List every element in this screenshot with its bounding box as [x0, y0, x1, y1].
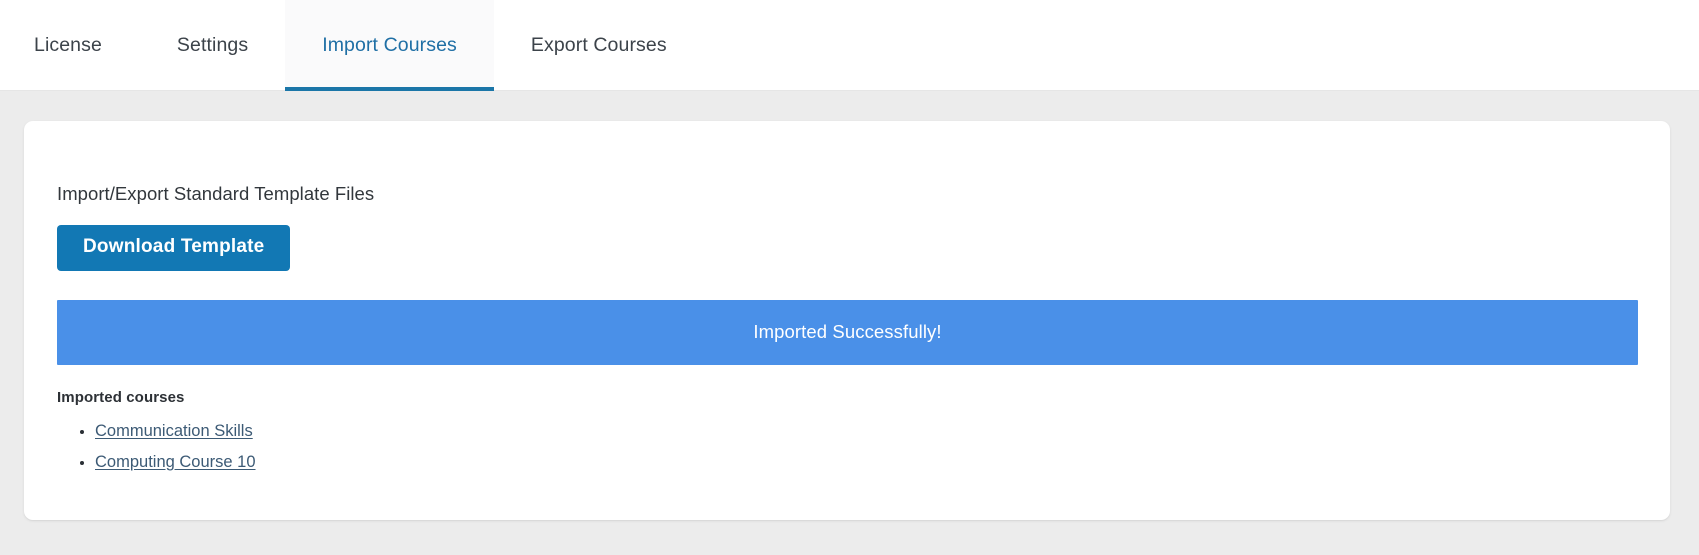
page-title: Import/Export Standard Template Files [57, 183, 375, 204]
list-item: Communication Skills [95, 422, 1638, 441]
import-success-alert: Imported Successfully! [57, 299, 1638, 365]
page-content: Import/Export Standard Template Files Do… [0, 91, 1699, 520]
settings-tab-bar: License Settings Import Courses Export C… [0, 0, 1699, 91]
import-courses-card: Import/Export Standard Template Files Do… [24, 121, 1670, 520]
tab-export-courses[interactable]: Export Courses [494, 0, 704, 91]
download-template-button[interactable]: Download Template [57, 225, 291, 271]
list-item: Computing Course 10 [95, 453, 1638, 472]
tab-license[interactable]: License [0, 0, 140, 91]
imported-course-link[interactable]: Communication Skills [95, 422, 253, 440]
imported-course-link[interactable]: Computing Course 10 [95, 453, 256, 471]
imported-courses-list: Communication Skills Computing Course 10 [57, 422, 1638, 472]
tab-settings[interactable]: Settings [140, 0, 285, 91]
tab-import-courses[interactable]: Import Courses [285, 0, 494, 91]
imported-courses-title: Imported courses [57, 388, 185, 406]
